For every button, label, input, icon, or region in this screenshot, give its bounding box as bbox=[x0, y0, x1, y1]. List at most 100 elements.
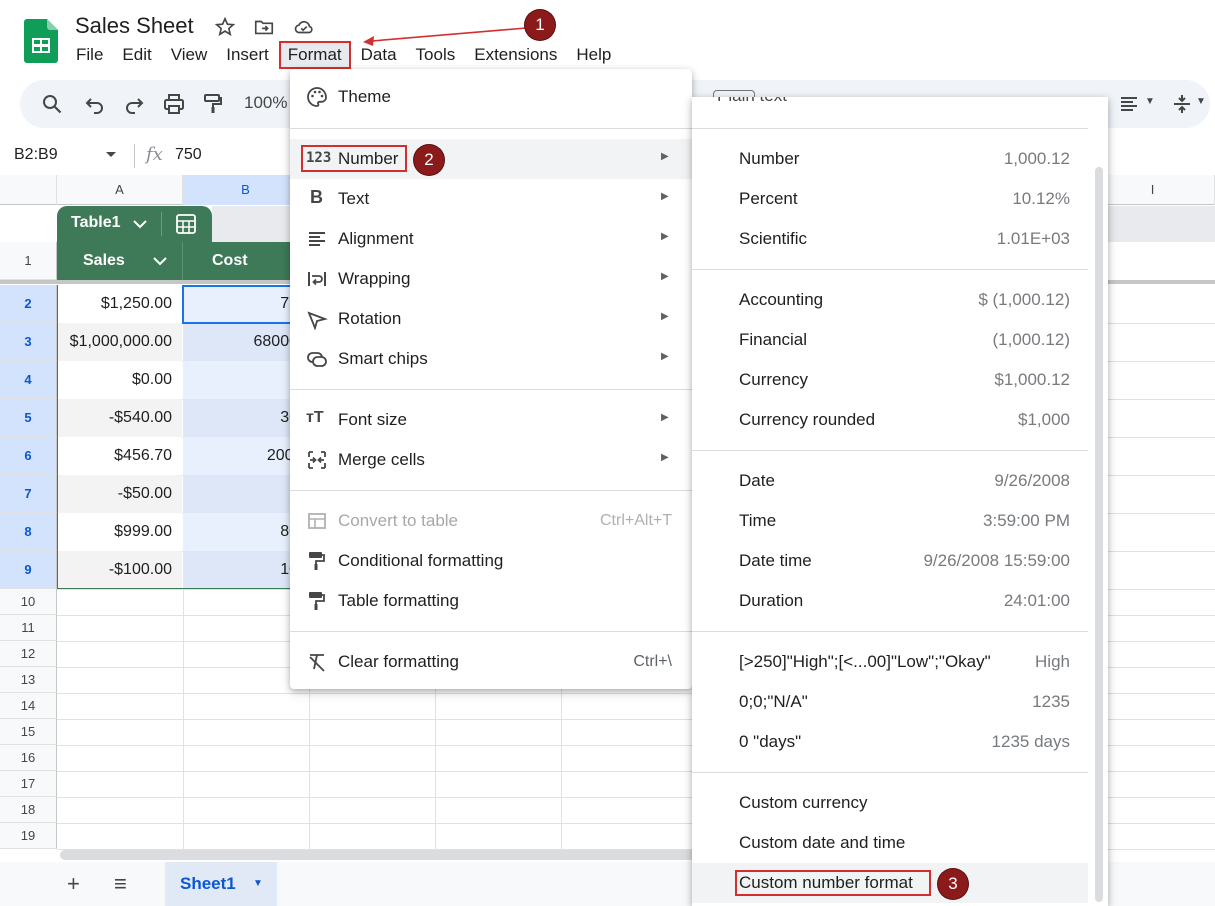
format-example: 1235 days bbox=[991, 732, 1070, 751]
table-menu-chevron-icon[interactable] bbox=[133, 219, 147, 229]
number-format-scientific[interactable]: Scientific 1.01E+03 bbox=[692, 219, 1088, 259]
move-folder-icon[interactable] bbox=[253, 16, 275, 38]
number-format-date[interactable]: Date 9/26/2008 bbox=[692, 461, 1088, 501]
number-format-currency-rounded[interactable]: Currency rounded $1,000 bbox=[692, 400, 1088, 440]
table-column-header-sales[interactable]: Sales bbox=[57, 242, 183, 280]
select-all-corner[interactable] bbox=[0, 175, 57, 205]
column-header-i[interactable]: I bbox=[1091, 175, 1215, 205]
number-format-custom-currency[interactable]: Custom currency bbox=[692, 783, 1088, 823]
row-header[interactable]: 19 bbox=[0, 823, 57, 849]
format-example: 24:01:00 bbox=[1003, 591, 1070, 610]
menu-item-rotation[interactable]: Rotation ▶ bbox=[290, 299, 692, 339]
menu-help[interactable]: Help bbox=[568, 42, 619, 68]
menu-item-merge-cells[interactable]: Merge cells ▶ bbox=[290, 440, 692, 480]
menu-item-text[interactable]: B Text ▶ bbox=[290, 179, 692, 219]
row-header[interactable]: 18 bbox=[0, 797, 57, 823]
submenu-arrow-icon: ▶ bbox=[661, 412, 669, 423]
number-format-250-high-00-low-okay[interactable]: [>250]"High";[<...00]"Low";"Okay" High bbox=[692, 642, 1088, 682]
number-format-date-time[interactable]: Date time 9/26/2008 15:59:00 bbox=[692, 541, 1088, 581]
sales-filter-chevron-icon[interactable] bbox=[153, 256, 167, 266]
zoom-select[interactable]: 100% bbox=[244, 93, 287, 113]
table-column-header-cost[interactable]: Cost bbox=[183, 242, 290, 280]
search-icon[interactable] bbox=[40, 92, 64, 116]
redo-icon[interactable] bbox=[122, 92, 146, 116]
number-format-number[interactable]: Number 1,000.12 bbox=[692, 139, 1088, 179]
number-format-0-days[interactable]: 0 "days" 1235 days bbox=[692, 722, 1088, 762]
format-label: Duration bbox=[739, 591, 804, 610]
horizontal-scrollbar[interactable] bbox=[60, 850, 700, 860]
row-header[interactable]: 13 bbox=[0, 667, 57, 693]
format-label: Scientific bbox=[739, 229, 808, 248]
sheet-tab-sheet1[interactable]: Sheet1 ▼ bbox=[165, 862, 277, 906]
row-header[interactable]: 16 bbox=[0, 745, 57, 771]
row-header[interactable]: 8 bbox=[0, 513, 57, 551]
number-format-time[interactable]: Time 3:59:00 PM bbox=[692, 501, 1088, 541]
format-example: 10.12% bbox=[1012, 189, 1070, 208]
add-sheet-button[interactable]: + bbox=[67, 871, 80, 897]
star-icon[interactable] bbox=[214, 16, 236, 38]
paint-format-icon[interactable] bbox=[201, 92, 225, 116]
row-header[interactable]: 17 bbox=[0, 771, 57, 797]
number-format-0-0-n-a[interactable]: 0;0;"N/A" 1235 bbox=[692, 682, 1088, 722]
menu-item-label: Font size bbox=[338, 410, 407, 429]
align-left-icon[interactable] bbox=[1117, 92, 1141, 116]
submenu-arrow-icon: ▶ bbox=[661, 151, 669, 162]
step-2-badge: 2 bbox=[414, 145, 444, 175]
menu-item-table-formatting[interactable]: Table formatting bbox=[290, 581, 692, 621]
submenu-scrollbar[interactable] bbox=[1095, 167, 1103, 902]
menu-insert[interactable]: Insert bbox=[218, 42, 277, 68]
sheets-logo-icon[interactable] bbox=[24, 19, 58, 63]
row-header[interactable]: 2 bbox=[0, 285, 57, 323]
number-format-custom-date-and-time[interactable]: Custom date and time bbox=[692, 823, 1088, 863]
formula-input[interactable]: 750 bbox=[175, 146, 202, 164]
menu-item-font-size[interactable]: тT Font size ▶ bbox=[290, 400, 692, 440]
format-example: High bbox=[1035, 652, 1070, 671]
name-box[interactable]: B2:B9 bbox=[14, 146, 58, 164]
menu-item-smart-chips[interactable]: Smart chips ▶ bbox=[290, 339, 692, 379]
column-header-a[interactable]: A bbox=[57, 175, 183, 205]
number-format-financial[interactable]: Financial (1,000.12) bbox=[692, 320, 1088, 360]
menu-item-clear-formatting[interactable]: Clear formatting Ctrl+\ bbox=[290, 642, 692, 682]
name-box-dropdown-icon[interactable] bbox=[105, 151, 117, 159]
vertical-align-icon[interactable] bbox=[1170, 92, 1194, 116]
cloud-saved-icon[interactable] bbox=[293, 16, 315, 38]
format-label: Date bbox=[739, 471, 775, 490]
table-name: Table1 bbox=[71, 214, 121, 231]
row-header[interactable]: 15 bbox=[0, 719, 57, 745]
row-header[interactable]: 11 bbox=[0, 615, 57, 641]
menu-edit[interactable]: Edit bbox=[114, 42, 159, 68]
table-calculator-icon[interactable] bbox=[175, 213, 197, 235]
row-header[interactable]: 12 bbox=[0, 641, 57, 667]
row-header[interactable]: 6 bbox=[0, 437, 57, 475]
align-dropdown-icon[interactable]: ▼ bbox=[1145, 96, 1155, 107]
valign-dropdown-icon[interactable]: ▼ bbox=[1196, 96, 1206, 107]
table-name-chip[interactable]: Table1 bbox=[57, 206, 212, 242]
row-header[interactable]: 5 bbox=[0, 399, 57, 437]
menu-file[interactable]: File bbox=[68, 42, 111, 68]
row-header[interactable]: 1 bbox=[0, 242, 57, 280]
row-header[interactable]: 3 bbox=[0, 323, 57, 361]
menu-item-theme[interactable]: Theme bbox=[290, 77, 692, 117]
number-format-duration[interactable]: Duration 24:01:00 bbox=[692, 581, 1088, 621]
number-format-currency[interactable]: Currency $1,000.12 bbox=[692, 360, 1088, 400]
number-format-percent[interactable]: Percent 10.12% bbox=[692, 179, 1088, 219]
menu-item-wrapping[interactable]: Wrapping ▶ bbox=[290, 259, 692, 299]
undo-icon[interactable] bbox=[83, 92, 107, 116]
all-sheets-button[interactable]: ≡ bbox=[114, 871, 127, 897]
row-header[interactable]: 10 bbox=[0, 589, 57, 615]
toolbar-partial-text: Plain text bbox=[717, 97, 787, 106]
menu-view[interactable]: View bbox=[163, 42, 216, 68]
row-header[interactable]: 14 bbox=[0, 693, 57, 719]
sheet-tab-menu-icon[interactable]: ▼ bbox=[253, 862, 263, 906]
menu-format[interactable]: Format bbox=[278, 41, 351, 69]
document-title[interactable]: Sales Sheet bbox=[75, 13, 194, 39]
row-header[interactable]: 4 bbox=[0, 361, 57, 399]
format-example: 9/26/2008 bbox=[994, 471, 1070, 490]
number-format-accounting[interactable]: Accounting $ (1,000.12) bbox=[692, 280, 1088, 320]
menu-item-conditional-formatting[interactable]: Conditional formatting bbox=[290, 541, 692, 581]
row-header[interactable]: 9 bbox=[0, 551, 57, 589]
submenu-arrow-icon: ▶ bbox=[661, 452, 669, 463]
row-header[interactable]: 7 bbox=[0, 475, 57, 513]
print-icon[interactable] bbox=[162, 92, 186, 116]
menu-item-alignment[interactable]: Alignment ▶ bbox=[290, 219, 692, 259]
